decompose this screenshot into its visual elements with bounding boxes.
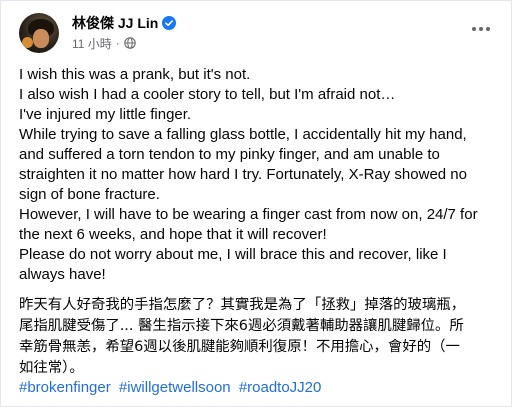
post-meta: 11 小時 · <box>72 35 136 51</box>
post-text-line: Please do not worry about me, I will bra… <box>19 246 447 263</box>
more-options-icon[interactable] <box>467 15 495 43</box>
post-text-line: sign of bone fracture. <box>19 186 160 203</box>
globe-icon[interactable] <box>124 37 136 49</box>
hashtag-link[interactable]: #roadtoJJ20 <box>239 379 322 396</box>
verified-badge-icon <box>162 16 177 30</box>
chinese-paragraph: 昨天有人好奇我的手指怎麼了？其實我是為了「拯救」掉落的玻璃瓶， 尾指肌腱受傷了.… <box>19 295 507 379</box>
meta-separator: · <box>115 36 120 50</box>
hashtag-link[interactable]: #iwillgetwellsoon <box>119 379 231 396</box>
post-text-line: the next 6 weeks, and hope that it will … <box>19 226 327 243</box>
post-text-line: I've injured my little finger. <box>19 106 192 123</box>
post-text-line: However, I will have to be wearing a fin… <box>19 206 478 223</box>
post-text-line: always have! <box>19 266 106 283</box>
post-header: 林俊傑 JJ Lin 11 小時 · <box>19 13 499 53</box>
english-paragraph: I wish this was a prank, but it's not. I… <box>19 65 507 285</box>
post-text-line: straighten it no matter how hard I try. … <box>19 166 467 183</box>
post-card: 林俊傑 JJ Lin 11 小時 · I wish this was a pra… <box>0 0 512 407</box>
hashtag-row: #brokenfinger #iwillgetwellsoon #roadtoJ… <box>19 379 325 396</box>
author-name[interactable]: 林俊傑 JJ Lin <box>72 13 158 33</box>
post-text-line: I wish this was a prank, but it's not. <box>19 66 251 83</box>
avatar[interactable] <box>19 13 59 53</box>
post-text-line-zh: 如往常）。 <box>19 360 84 376</box>
post-text-line: and suffered a torn tendon to my pinky f… <box>19 146 440 163</box>
post-text-line: I also wish I had a cooler story to tell… <box>19 86 396 103</box>
author-row: 林俊傑 JJ Lin <box>72 13 177 33</box>
post-text-line: While trying to save a falling glass bot… <box>19 126 467 143</box>
post-text-line-zh: 昨天有人好奇我的手指怎麼了？其實我是為了「拯救」掉落的玻璃瓶， <box>19 297 466 313</box>
post-body: I wish this was a prank, but it's not. I… <box>19 65 507 379</box>
post-text-line-zh: 尾指肌腱受傷了... 醫生指示接下來6週必須戴著輔助器讓肌腱歸位。所 <box>19 318 464 334</box>
hashtag-link[interactable]: #brokenfinger <box>19 379 111 396</box>
post-timestamp[interactable]: 11 小時 <box>72 35 112 52</box>
post-text-line-zh: 幸筋骨無恙，希望6週以後肌腱能夠順利復原！不用擔心，會好的（一 <box>19 339 460 355</box>
